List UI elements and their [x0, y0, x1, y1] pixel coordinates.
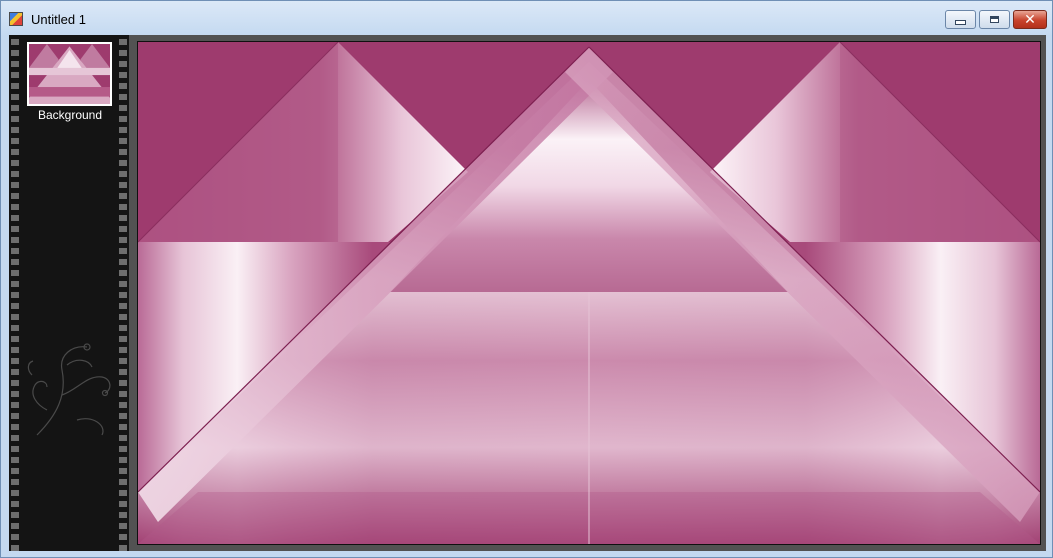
sprocket-hole — [11, 182, 19, 188]
sprocket-hole — [11, 127, 19, 133]
sprocket-hole — [119, 160, 127, 166]
sprocket-hole — [119, 237, 127, 243]
sprocket-hole — [11, 534, 19, 540]
maximize-icon — [990, 16, 999, 23]
sprocket-hole — [11, 149, 19, 155]
window-title: Untitled 1 — [31, 12, 86, 27]
sprocket-hole — [11, 457, 19, 463]
sprocket-hole — [11, 468, 19, 474]
sprocket-hole — [11, 215, 19, 221]
image-canvas[interactable] — [137, 41, 1041, 545]
sprocket-hole — [11, 83, 19, 89]
sprocket-hole — [11, 512, 19, 518]
sprocket-hole — [119, 303, 127, 309]
sprocket-hole — [11, 490, 19, 496]
sprocket-hole — [11, 193, 19, 199]
sprocket-hole — [119, 457, 127, 463]
document-client-area: Background — [9, 35, 1046, 551]
sprocket-hole — [11, 138, 19, 144]
layer-name-background[interactable]: Background — [19, 108, 121, 122]
filmstrip-sprockets-left — [11, 35, 19, 551]
close-button[interactable]: ✕ — [1013, 10, 1047, 29]
sprocket-hole — [11, 39, 19, 45]
sprocket-hole — [11, 479, 19, 485]
sprocket-hole — [119, 259, 127, 265]
sprocket-hole — [11, 314, 19, 320]
sprocket-hole — [119, 138, 127, 144]
sprocket-hole — [119, 226, 127, 232]
sprocket-hole — [11, 248, 19, 254]
sprocket-hole — [119, 501, 127, 507]
sprocket-hole — [11, 292, 19, 298]
sprocket-hole — [119, 50, 127, 56]
maximize-button[interactable] — [979, 10, 1010, 29]
sprocket-hole — [119, 248, 127, 254]
sprocket-hole — [11, 237, 19, 243]
sprocket-hole — [11, 94, 19, 100]
sprocket-hole — [119, 39, 127, 45]
layer-thumbnail-image — [29, 44, 110, 104]
sprocket-hole — [119, 149, 127, 155]
sprocket-hole — [119, 281, 127, 287]
sprocket-hole — [119, 325, 127, 331]
sprocket-hole — [11, 72, 19, 78]
sprocket-hole — [11, 160, 19, 166]
title-bar[interactable]: Untitled 1 ✕ — [1, 1, 1052, 35]
sprocket-hole — [11, 226, 19, 232]
sprocket-hole — [119, 193, 127, 199]
sprocket-hole — [11, 501, 19, 507]
sprocket-hole — [11, 303, 19, 309]
image-window: Untitled 1 ✕ Background — [0, 0, 1053, 558]
sprocket-hole — [119, 171, 127, 177]
sprocket-hole — [119, 534, 127, 540]
sprocket-hole — [11, 281, 19, 287]
layers-filmstrip[interactable]: Background — [9, 35, 129, 551]
sprocket-hole — [119, 94, 127, 100]
sprocket-hole — [11, 105, 19, 111]
sprocket-hole — [119, 314, 127, 320]
minimize-button[interactable] — [945, 10, 976, 29]
sprocket-hole — [119, 204, 127, 210]
sprocket-hole — [119, 215, 127, 221]
sprocket-hole — [119, 545, 127, 551]
sprocket-hole — [11, 116, 19, 122]
layer-thumbnail-background[interactable] — [27, 42, 112, 106]
sprocket-hole — [119, 72, 127, 78]
sprocket-hole — [119, 182, 127, 188]
sprocket-hole — [11, 50, 19, 56]
canvas-area[interactable] — [129, 35, 1046, 551]
app-icon[interactable] — [9, 12, 23, 26]
sprocket-hole — [11, 325, 19, 331]
sprocket-hole — [119, 512, 127, 518]
sprocket-hole — [11, 204, 19, 210]
sprocket-hole — [11, 259, 19, 265]
sprocket-hole — [119, 468, 127, 474]
canvas-artwork — [138, 42, 1040, 544]
sprocket-hole — [11, 270, 19, 276]
sprocket-hole — [11, 523, 19, 529]
sprocket-hole — [119, 83, 127, 89]
sprocket-hole — [119, 523, 127, 529]
close-icon: ✕ — [1024, 11, 1036, 28]
minimize-icon — [955, 20, 966, 25]
sprocket-hole — [11, 545, 19, 551]
sprocket-hole — [119, 127, 127, 133]
sprocket-hole — [119, 270, 127, 276]
watermark-logo — [27, 343, 111, 436]
sprocket-hole — [11, 171, 19, 177]
sprocket-hole — [119, 292, 127, 298]
sprocket-hole — [119, 61, 127, 67]
sprocket-hole — [119, 490, 127, 496]
sprocket-hole — [11, 61, 19, 67]
sprocket-hole — [119, 479, 127, 485]
